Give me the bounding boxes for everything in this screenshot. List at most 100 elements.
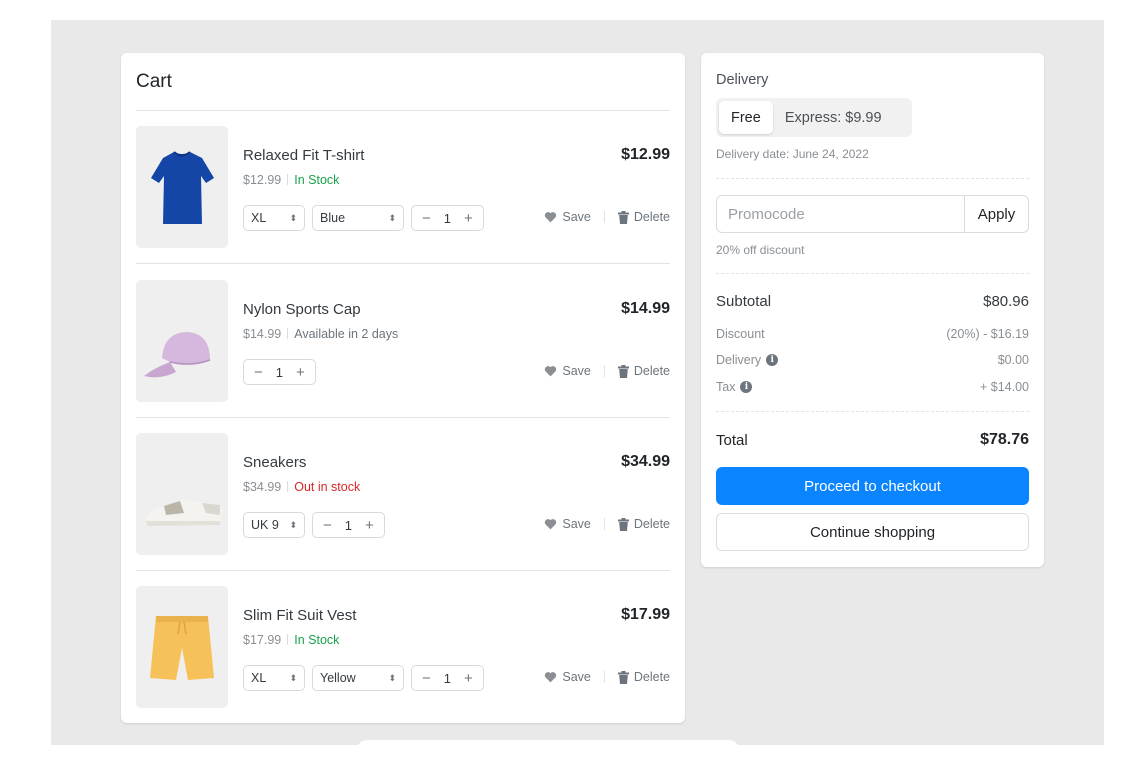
- delete-button[interactable]: Delete: [617, 364, 670, 378]
- quantity-value: 1: [344, 517, 352, 533]
- quantity-stepper: −1 +: [411, 205, 484, 231]
- subtotal-row: Subtotal $80.96: [716, 293, 1029, 310]
- product-name[interactable]: Nylon Sports Cap: [243, 301, 361, 318]
- delivery-cost-label: Delivery: [716, 353, 762, 367]
- item-actions: Save Delete: [544, 210, 670, 224]
- quantity-value: 1: [443, 210, 451, 226]
- save-button[interactable]: Save: [544, 517, 591, 531]
- save-label: Save: [562, 210, 591, 224]
- delete-button[interactable]: Delete: [617, 670, 670, 684]
- stock-status: Available in 2 days: [294, 327, 399, 341]
- discount-label: Discount: [716, 327, 765, 341]
- item-controls: UK 9 ⬍ −1 +: [243, 512, 385, 538]
- delivery-option-express[interactable]: Express: $9.99: [773, 101, 894, 134]
- delivery-date: Delivery date: June 24, 2022: [716, 147, 869, 161]
- trash-icon: [617, 517, 629, 531]
- save-label: Save: [562, 670, 591, 684]
- tax-row: Tax i + $14.00: [716, 380, 1029, 394]
- increment-button[interactable]: +: [296, 365, 305, 380]
- increment-button[interactable]: +: [464, 671, 473, 686]
- updown-caret-icon: ⬍: [388, 212, 396, 223]
- delete-label: Delete: [633, 364, 670, 378]
- total-label: Total: [716, 431, 748, 449]
- trash-icon: [617, 210, 629, 224]
- save-button[interactable]: Save: [544, 670, 591, 684]
- delete-label: Delete: [633, 517, 670, 531]
- promo-code-input[interactable]: [717, 196, 964, 232]
- promo-note: 20% off discount: [716, 243, 805, 257]
- item-controls: XL ⬍ Blue ⬍ −1 +: [243, 205, 484, 231]
- product-name[interactable]: Relaxed Fit T-shirt: [243, 147, 364, 164]
- color-select[interactable]: Blue ⬍: [312, 205, 404, 231]
- cart-item: Slim Fit Suit Vest $17.99 In Stock $17.99…: [136, 586, 670, 708]
- promo-form: Apply: [716, 195, 1029, 233]
- quantity-stepper: −1 +: [312, 512, 385, 538]
- unit-price: $14.99: [243, 327, 282, 341]
- divider: [716, 273, 1029, 274]
- product-meta: $14.99 Available in 2 days: [243, 327, 398, 341]
- stock-status: In Stock: [294, 173, 340, 187]
- cart-title: Cart: [136, 71, 172, 92]
- color-select[interactable]: Yellow ⬍: [312, 665, 404, 691]
- heart-icon: [545, 366, 557, 377]
- stock-status: In Stock: [294, 633, 340, 647]
- delete-button[interactable]: Delete: [617, 210, 670, 224]
- product-name[interactable]: Slim Fit Suit Vest: [243, 607, 356, 624]
- info-icon[interactable]: i: [740, 381, 753, 393]
- checkout-button[interactable]: Proceed to checkout: [716, 467, 1029, 505]
- size-select[interactable]: UK 9 ⬍: [243, 512, 305, 538]
- size-value: UK 9: [251, 518, 279, 532]
- discount-value: (20%) - $16.19: [946, 327, 1029, 341]
- item-actions: Save Delete: [544, 364, 670, 378]
- total-value: $78.76: [980, 431, 1029, 448]
- tax-label: Tax: [716, 380, 736, 394]
- delivery-cost-value: $0.00: [997, 353, 1029, 367]
- size-select[interactable]: XL ⬍: [243, 665, 305, 691]
- item-total: $14.99: [621, 300, 670, 317]
- cart-panel: Cart Relaxed Fit T-shirt $12.99 In Stock …: [121, 53, 685, 723]
- product-image-shorts[interactable]: [136, 586, 228, 708]
- cart-item: Nylon Sports Cap $14.99 Available in 2 da…: [136, 280, 670, 418]
- divider: [716, 178, 1029, 179]
- size-value: XL: [251, 211, 267, 225]
- divider: [136, 110, 670, 111]
- heart-icon: [545, 212, 557, 223]
- order-summary-panel: Delivery Free Express: $9.99 Delivery da…: [701, 53, 1044, 567]
- heart-icon: [545, 519, 557, 530]
- decrement-button[interactable]: −: [323, 518, 332, 533]
- product-image-sneakers[interactable]: [136, 433, 228, 555]
- cart-item: Relaxed Fit T-shirt $12.99 In Stock $12.9…: [136, 126, 670, 264]
- apply-promo-button[interactable]: Apply: [964, 196, 1028, 232]
- divider: [716, 411, 1029, 412]
- save-button[interactable]: Save: [544, 364, 591, 378]
- delivery-cost-row: Delivery i $0.00: [716, 353, 1029, 367]
- delete-button[interactable]: Delete: [617, 517, 670, 531]
- product-image-tshirt[interactable]: [136, 126, 228, 248]
- save-button[interactable]: Save: [544, 210, 591, 224]
- bottom-card-peek: [357, 740, 739, 760]
- decrement-button[interactable]: −: [254, 365, 263, 380]
- increment-button[interactable]: +: [464, 211, 473, 226]
- quantity-stepper: −1 +: [411, 665, 484, 691]
- subtotal-label: Subtotal: [716, 293, 772, 310]
- continue-shopping-button[interactable]: Continue shopping: [716, 513, 1029, 551]
- updown-caret-icon: ⬍: [289, 519, 297, 530]
- product-image-cap[interactable]: [136, 280, 228, 402]
- increment-button[interactable]: +: [365, 518, 374, 533]
- total-row: Total $78.76: [716, 431, 1029, 449]
- decrement-button[interactable]: −: [422, 671, 431, 686]
- size-select[interactable]: XL ⬍: [243, 205, 305, 231]
- info-icon[interactable]: i: [766, 354, 779, 366]
- quantity-value: 1: [443, 670, 451, 686]
- item-controls: XL ⬍ Yellow ⬍ −1 +: [243, 665, 484, 691]
- delivery-option-free[interactable]: Free: [719, 101, 773, 134]
- discount-row: Discount (20%) - $16.19: [716, 327, 1029, 341]
- delivery-label: Delivery: [716, 72, 769, 88]
- color-value: Blue: [320, 211, 346, 225]
- trash-icon: [617, 364, 629, 378]
- product-meta: $17.99 In Stock: [243, 633, 339, 647]
- unit-price: $34.99: [243, 480, 282, 494]
- product-name[interactable]: Sneakers: [243, 454, 306, 471]
- decrement-button[interactable]: −: [422, 211, 431, 226]
- stock-status: Out in stock: [294, 480, 361, 494]
